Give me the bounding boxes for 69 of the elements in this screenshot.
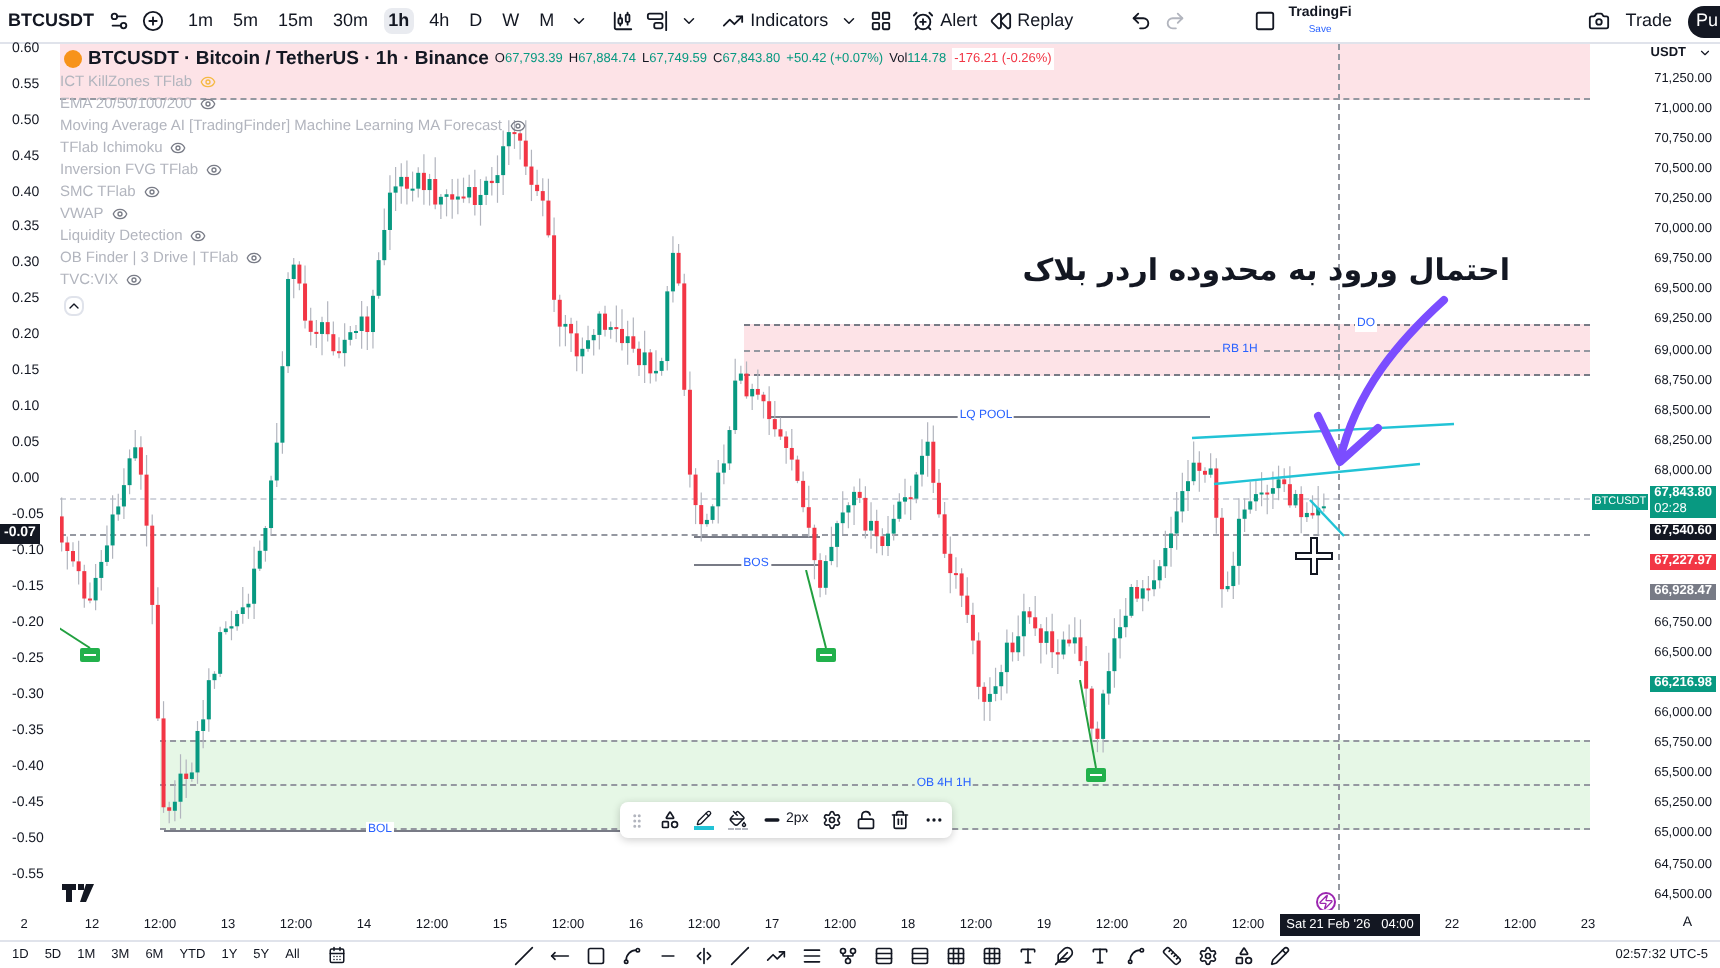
eye-icon[interactable] <box>126 271 143 287</box>
diagonal-line-icon[interactable] <box>513 945 534 965</box>
interval-button[interactable]: 5m <box>229 7 263 35</box>
delete-icon[interactable] <box>890 810 911 830</box>
alert-button[interactable]: Alert <box>912 7 978 35</box>
interval-button[interactable]: 30m <box>329 7 373 35</box>
fill-icon[interactable] <box>728 810 748 830</box>
drag-handle-icon[interactable] <box>628 811 646 829</box>
legend-title: BTCUSDT · Bitcoin / TetherUS · 1h · Binance <box>88 48 489 70</box>
interval-button[interactable]: 4h <box>425 7 454 35</box>
chart-line-icon <box>722 10 745 32</box>
interval-button[interactable]: D <box>465 7 487 35</box>
templates-icon[interactable] <box>870 10 893 32</box>
pitchfork-icon[interactable] <box>837 945 858 965</box>
measure-icon[interactable] <box>1161 945 1182 965</box>
trend-line-icon[interactable] <box>765 945 786 965</box>
ray-icon[interactable] <box>729 945 750 965</box>
bar-style-icon[interactable] <box>646 10 669 32</box>
shapes-icon[interactable] <box>1233 945 1254 965</box>
lock-icon[interactable] <box>856 810 877 830</box>
eye-icon[interactable] <box>199 95 216 111</box>
rewind-icon <box>989 10 1012 32</box>
pencil-icon[interactable] <box>694 810 714 830</box>
indicators-button[interactable]: Indicators <box>722 7 829 35</box>
path-icon[interactable] <box>1125 945 1146 965</box>
collapse-legend-icon[interactable] <box>64 296 84 316</box>
add-symbol-icon[interactable] <box>142 10 164 32</box>
channel-icon[interactable] <box>873 945 894 965</box>
chevron-icon[interactable] <box>840 12 859 30</box>
settings-icon[interactable] <box>1197 945 1218 965</box>
eye-icon[interactable] <box>190 227 207 243</box>
interval-button[interactable]: W <box>498 7 524 35</box>
grid-icon[interactable] <box>945 945 966 965</box>
trade-button[interactable]: Trade <box>1621 7 1676 35</box>
eye-icon[interactable] <box>143 183 160 199</box>
interval-button[interactable]: 15m <box>274 7 318 35</box>
crosshair-cursor-icon <box>1294 536 1334 576</box>
interval-button[interactable]: M <box>535 7 559 35</box>
camera-icon[interactable] <box>1587 10 1610 32</box>
eye-icon[interactable] <box>246 249 263 265</box>
interval-button[interactable]: 1m <box>184 7 218 35</box>
chevron-icon[interactable] <box>1698 46 1712 61</box>
replay-button[interactable]: Replay <box>989 7 1074 35</box>
pencil-icon[interactable] <box>1269 945 1290 965</box>
eye-icon[interactable] <box>206 161 223 177</box>
tradingview-logo <box>62 884 98 902</box>
chevron-icon[interactable] <box>680 12 699 30</box>
chevron-icon[interactable] <box>570 12 589 30</box>
brush-icon[interactable] <box>1053 945 1074 965</box>
candles-icon[interactable] <box>612 10 635 32</box>
symbol-search[interactable]: BTCUSDT <box>8 7 96 35</box>
lightning-icon[interactable] <box>1316 892 1336 910</box>
rectangle-icon[interactable] <box>585 945 606 965</box>
text-icon[interactable] <box>1017 945 1038 965</box>
eye-icon[interactable] <box>170 139 187 155</box>
calendar-icon[interactable] <box>327 946 346 964</box>
eye-icon[interactable] <box>509 117 526 133</box>
parallel-lines-icon[interactable] <box>801 945 822 965</box>
publish-button[interactable]: Pu <box>1687 5 1720 37</box>
undo-icon[interactable] <box>1129 10 1152 32</box>
curve-icon[interactable] <box>621 945 642 965</box>
eye-icon[interactable] <box>111 205 128 221</box>
layout-icon[interactable] <box>1254 10 1277 32</box>
settings-icon[interactable] <box>822 810 843 830</box>
annotation-text: احتمال ورود به محدوده اردر بلاک <box>1022 250 1510 292</box>
alarm-clock-icon <box>912 10 935 32</box>
interval-button[interactable]: 1h <box>384 7 414 35</box>
template-icon[interactable] <box>660 810 680 830</box>
table-icon[interactable] <box>981 945 1002 965</box>
